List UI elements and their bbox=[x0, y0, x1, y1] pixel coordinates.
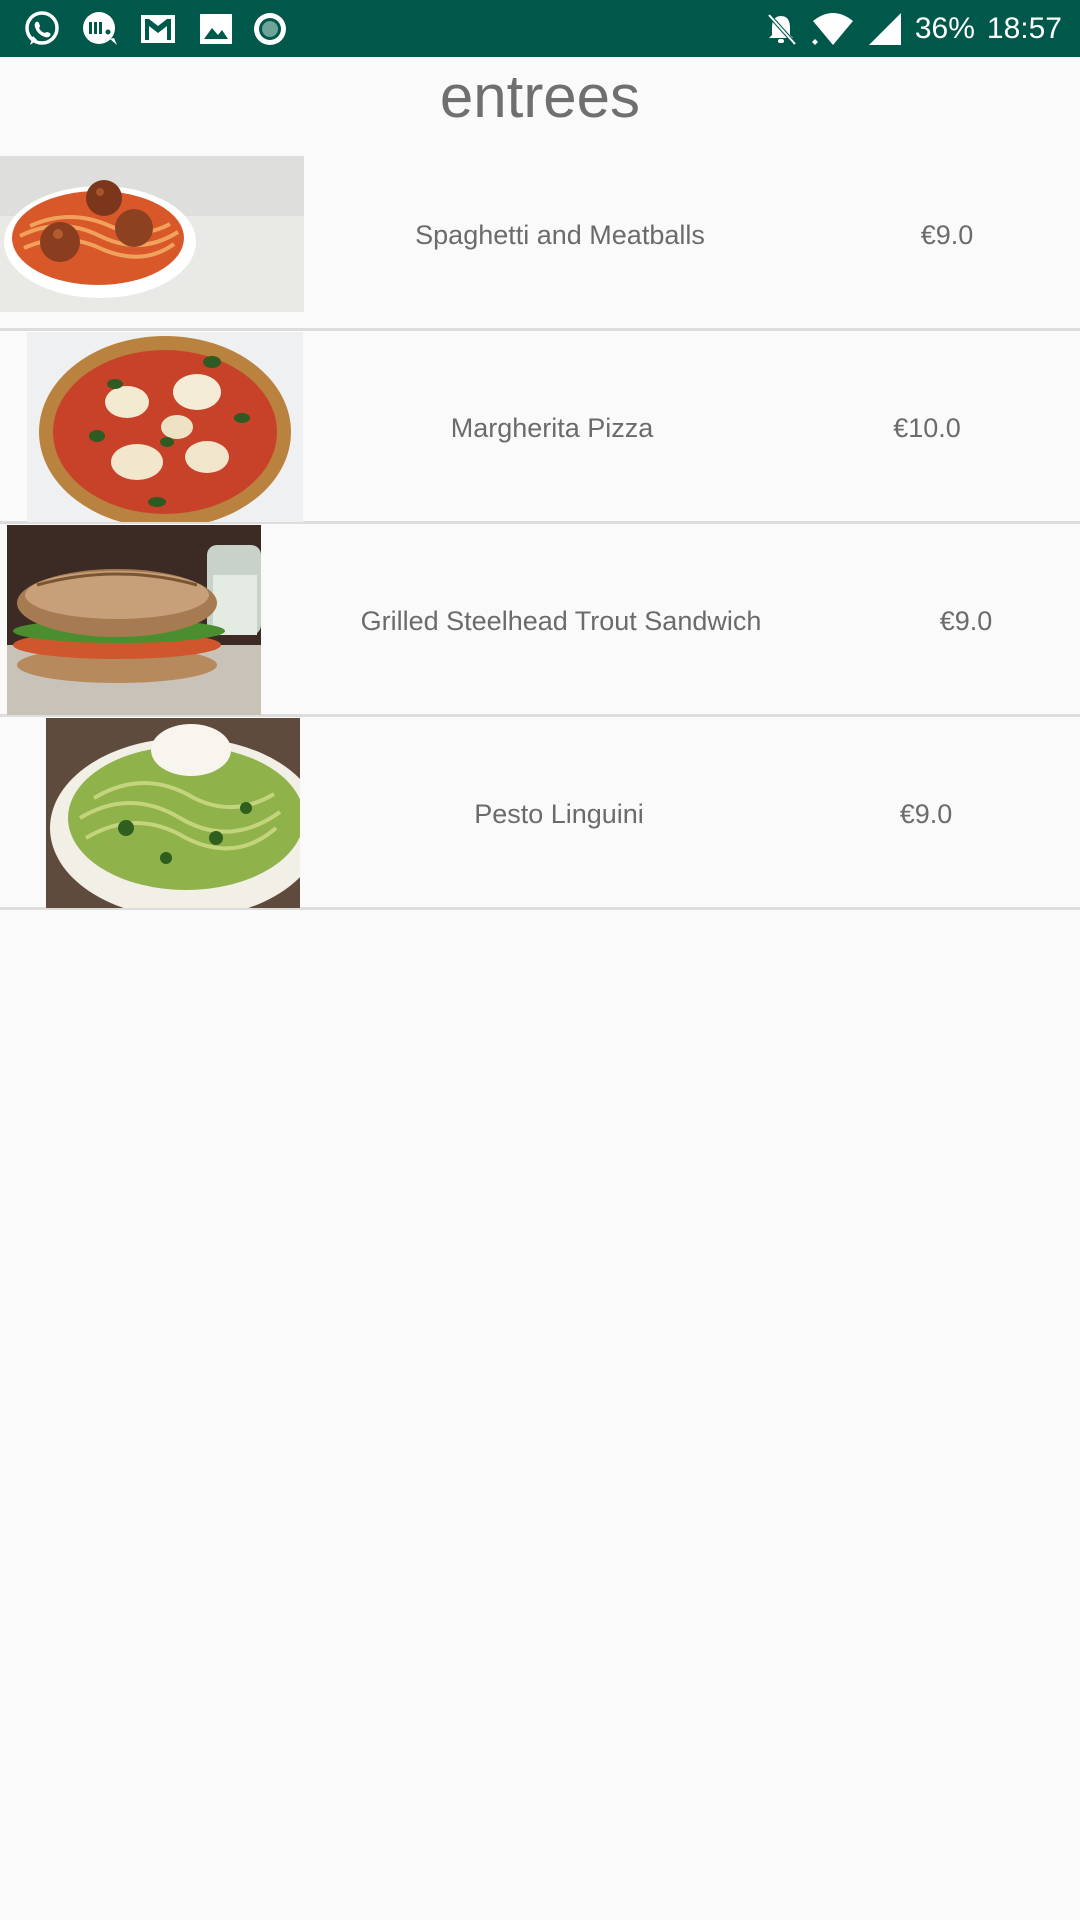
messaging-app-icon bbox=[83, 12, 117, 45]
menu-item-price: €9.0 bbox=[899, 799, 953, 829]
menu-item-margherita[interactable]: Margherita Pizza €10.0 bbox=[0, 331, 1080, 524]
battery-text: 36% bbox=[914, 11, 975, 45]
menu-item-name: Grilled Steelhead Trout Sandwich bbox=[360, 606, 762, 636]
menu-item-price: €9.0 bbox=[920, 220, 974, 250]
gallery-icon bbox=[200, 14, 232, 44]
menu-item-name: Pesto Linguini bbox=[474, 799, 644, 829]
menu-list: Spaghetti and Meatballs €9.0 Margherita … bbox=[0, 155, 1080, 910]
time-text: 18:57 bbox=[986, 11, 1062, 45]
menu-item-pesto-linguini[interactable]: Pesto Linguini €9.0 bbox=[0, 717, 1080, 910]
spaghetti-meatballs-photo bbox=[0, 156, 304, 312]
wifi-icon bbox=[811, 12, 853, 45]
menu-item-spaghetti[interactable]: Spaghetti and Meatballs €9.0 bbox=[0, 155, 1080, 331]
notifications-off-icon bbox=[767, 13, 797, 45]
status-bar: 36% 18:57 bbox=[0, 0, 1080, 57]
menu-item-trout-sandwich[interactable]: Grilled Steelhead Trout Sandwich €9.0 bbox=[0, 524, 1080, 717]
pesto-linguini-photo bbox=[46, 718, 300, 908]
status-right-group: 36% 18:57 bbox=[763, 0, 1062, 57]
margherita-pizza-photo bbox=[27, 332, 303, 522]
cell-signal-icon bbox=[868, 12, 901, 45]
whatsapp-icon bbox=[25, 11, 59, 45]
page-title: entrees bbox=[439, 63, 641, 130]
menu-item-name: Spaghetti and Meatballs bbox=[415, 220, 705, 250]
circle-app-icon bbox=[254, 13, 286, 45]
menu-item-price: €10.0 bbox=[893, 413, 961, 443]
menu-item-name: Margherita Pizza bbox=[450, 413, 654, 443]
gmail-icon bbox=[141, 15, 175, 43]
menu-item-price: €9.0 bbox=[939, 606, 993, 636]
trout-sandwich-photo bbox=[7, 525, 261, 715]
